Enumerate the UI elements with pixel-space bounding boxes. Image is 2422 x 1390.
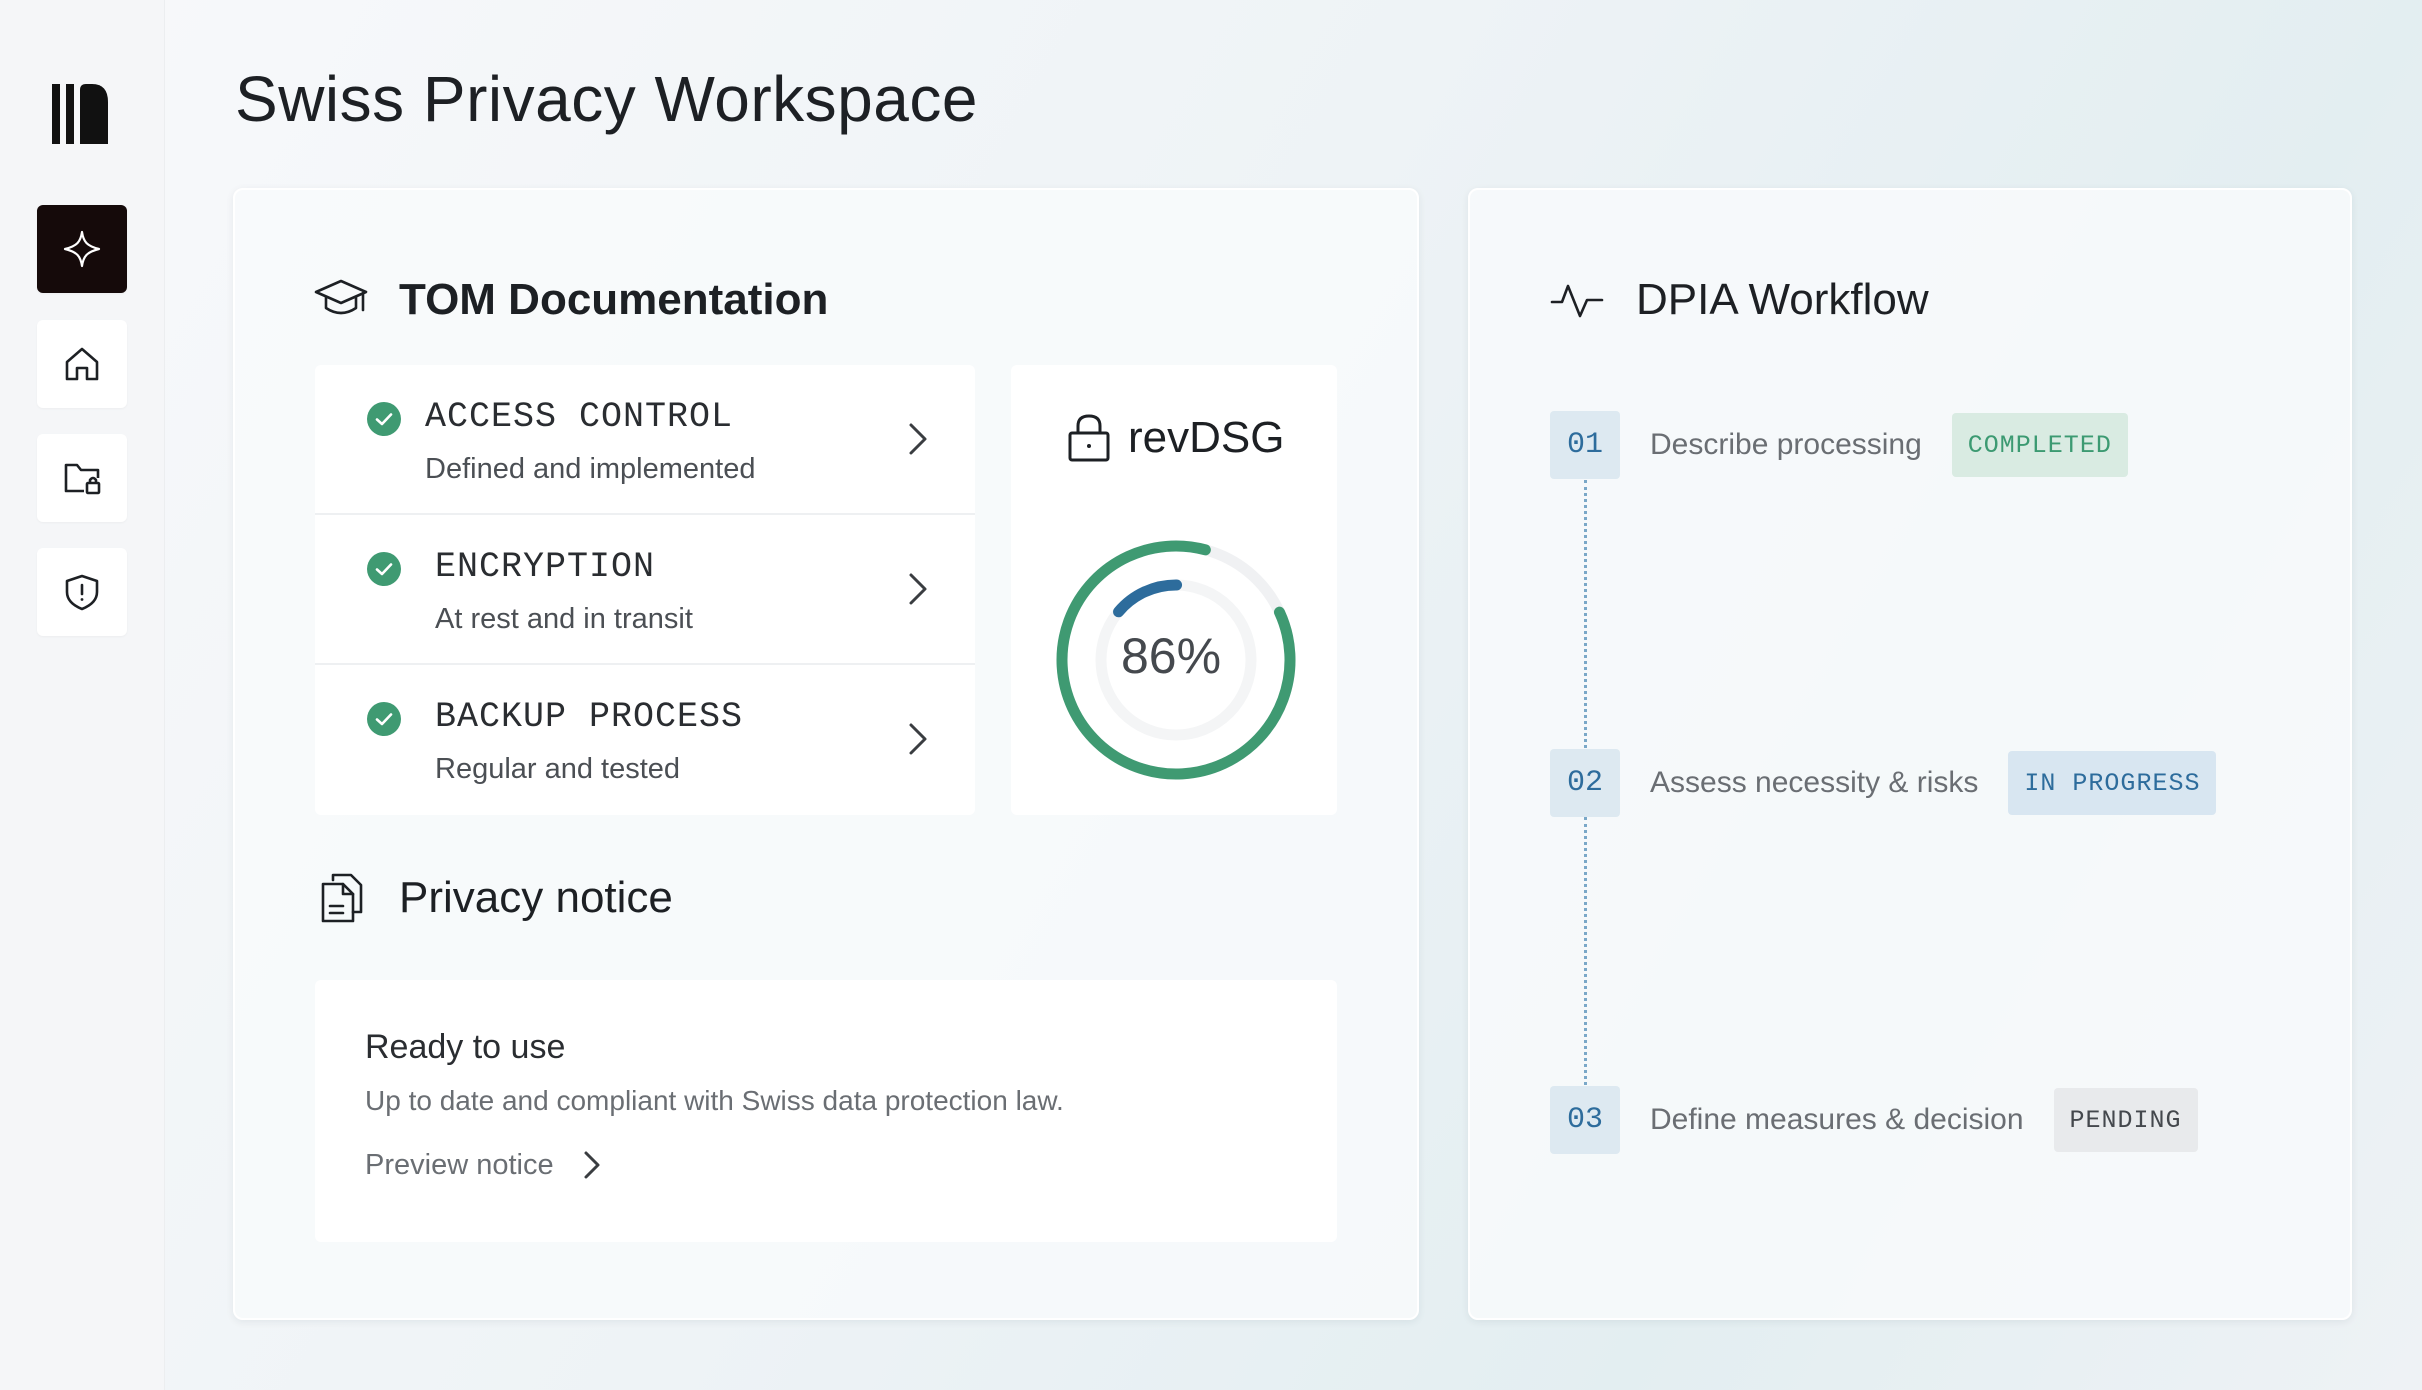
revdsg-label: revDSG — [1128, 413, 1285, 462]
lock-icon — [1068, 414, 1110, 462]
privacy-notice-title: Privacy notice — [399, 873, 673, 922]
preview-notice-label: Preview notice — [365, 1148, 554, 1181]
library-logo-icon[interactable] — [52, 82, 108, 146]
tom-title: TOM Documentation — [399, 275, 829, 324]
tom-item-status: Regular and tested — [435, 753, 681, 785]
dpia-header: DPIA Workflow — [1550, 272, 1929, 328]
nav-home-button[interactable] — [37, 320, 127, 408]
step-connector — [1584, 817, 1587, 1092]
tom-item-backup-process[interactable]: BACKUP PROCESS Regular and tested — [315, 665, 975, 815]
home-icon — [65, 347, 99, 381]
dpia-step-3[interactable]: 03 Define measures & decision PENDING — [1550, 1086, 2198, 1154]
revdsg-header: revDSG — [1066, 413, 1284, 463]
revdsg-card[interactable]: revDSG 86% — [1011, 365, 1337, 815]
chevron-right-icon — [584, 1151, 600, 1179]
tom-item-status: At rest and in transit — [435, 603, 693, 635]
privacy-notice-card: Ready to use Up to date and compliant wi… — [315, 980, 1337, 1242]
step-number: 01 — [1550, 411, 1620, 479]
tom-item-name: ENCRYPTION — [435, 547, 656, 587]
sidebar — [0, 0, 165, 1390]
documents-icon — [321, 873, 363, 923]
chevron-right-icon — [909, 573, 927, 605]
notice-description: Up to date and compliant with Swiss data… — [365, 1085, 1064, 1116]
tom-item-name: BACKUP PROCESS — [435, 697, 744, 737]
nav-security-button[interactable] — [37, 548, 127, 636]
tom-list: ACCESS CONTROL Defined and implemented E… — [315, 365, 975, 815]
chevron-right-icon — [909, 723, 927, 755]
dpia-step-2[interactable]: 02 Assess necessity & risks IN PROGRESS — [1550, 749, 2217, 817]
sparkle-icon — [63, 230, 101, 268]
nav-files-button[interactable] — [37, 434, 127, 522]
status-badge: COMPLETED — [1951, 413, 2128, 477]
page-title: Swiss Privacy Workspace — [235, 63, 978, 135]
step-connector — [1584, 480, 1587, 755]
status-badge: IN PROGRESS — [2008, 751, 2217, 815]
privacy-notice-header: Privacy notice — [313, 870, 673, 926]
dpia-step-1[interactable]: 01 Describe processing COMPLETED — [1550, 411, 2128, 479]
tom-item-encryption[interactable]: ENCRYPTION At rest and in transit — [315, 515, 975, 665]
notice-card-title: Ready to use — [365, 1028, 566, 1066]
check-circle-icon — [367, 402, 401, 436]
status-badge: PENDING — [2053, 1088, 2198, 1152]
step-number: 03 — [1550, 1086, 1620, 1154]
folder-lock-icon — [64, 463, 101, 495]
graduation-cap-icon — [314, 279, 368, 315]
dpia-panel: DPIA Workflow 01 Describe processing COM… — [1468, 188, 2352, 1320]
check-circle-icon — [367, 552, 401, 586]
step-label: Assess necessity & risks — [1650, 766, 1979, 799]
check-circle-icon — [367, 702, 401, 736]
preview-notice-link[interactable]: Preview notice — [365, 1148, 604, 1182]
progress-percentage: 86% — [1120, 628, 1222, 684]
step-number: 02 — [1550, 749, 1620, 817]
tom-item-status: Defined and implemented — [425, 453, 756, 485]
documentation-panel: TOM Documentation ACCESS CONTROL Defined… — [233, 188, 1419, 1320]
tom-section-header: TOM Documentation — [313, 272, 828, 328]
step-label: Define measures & decision — [1650, 1103, 2024, 1136]
chevron-right-icon — [909, 423, 927, 455]
shield-alert-icon — [65, 574, 99, 611]
tom-item-access-control[interactable]: ACCESS CONTROL Defined and implemented — [315, 365, 975, 515]
nav-assistant-button[interactable] — [37, 205, 127, 293]
step-label: Describe processing — [1650, 428, 1922, 461]
dpia-title: DPIA Workflow — [1636, 275, 1929, 324]
tom-item-name: ACCESS CONTROL — [425, 397, 734, 437]
activity-icon — [1550, 284, 1604, 318]
